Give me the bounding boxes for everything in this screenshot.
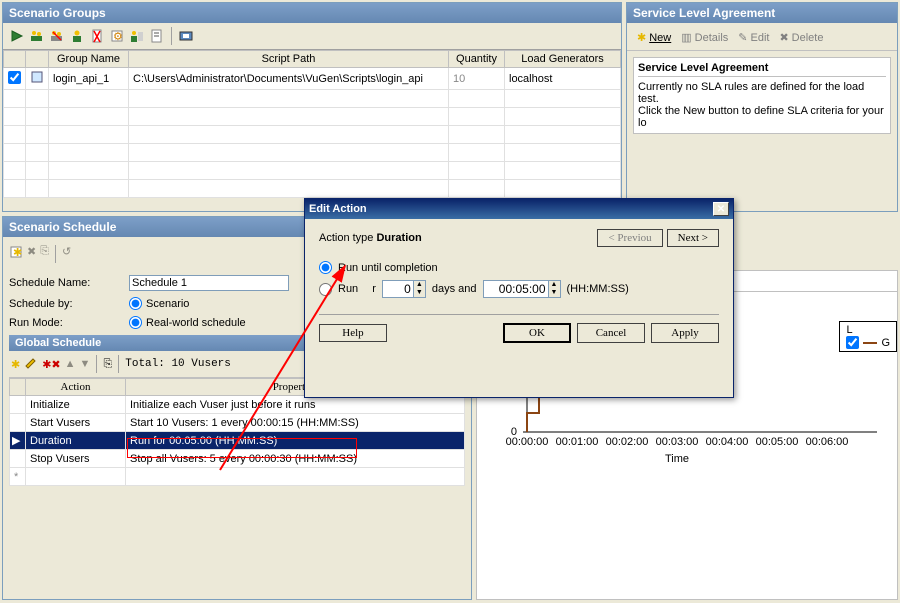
sla-info-box: Service Level Agreement Currently no SLA… [633,57,891,134]
groups-table: Group Name Script Path Quantity Load Gen… [3,50,621,198]
sla-new-button[interactable]: ✱ New [633,29,675,46]
action-type-value: Duration [376,232,421,244]
col-load-gen[interactable]: Load Generators [505,51,621,68]
star-icon: ✱ [637,31,646,44]
action-type-label: Action type [319,232,373,244]
next-button[interactable]: Next > [667,229,719,247]
col-action[interactable]: Action [26,379,126,396]
schedule-by-label: Schedule by: [9,298,129,310]
delete-icon[interactable] [89,28,105,44]
time-input[interactable] [484,282,548,296]
new-schedule-icon[interactable]: ✱ [9,245,23,263]
run-until-completion-radio[interactable] [319,261,332,274]
days-spinner[interactable]: ▲▼ [382,280,426,298]
sla-sub-header: Service Level Agreement [638,62,886,77]
script-icon[interactable] [149,28,165,44]
sla-title: Service Level Agreement [627,3,897,23]
time-down-icon[interactable]: ▼ [548,289,560,297]
apply-button[interactable]: Apply [651,323,719,343]
action-row-stop-vusers[interactable]: Stop Vusers Stop all Vusers: 5 every 00:… [10,450,465,468]
delete-action-icon[interactable]: ✱✖ [42,358,60,371]
days-input[interactable] [383,282,413,296]
run-for-radio[interactable] [319,283,332,296]
svg-text:Time: Time [665,453,689,465]
script-file-icon [30,70,44,84]
schedule-name-label: Schedule Name: [9,277,129,289]
groups-toolbar: ⚙ [3,23,621,50]
delete-icon: ✖ [779,31,788,44]
move-down-icon: ▼ [80,358,91,370]
pencil-icon: ✎ [738,31,747,44]
sla-delete-button: ✖ Delete [775,29,827,46]
dialog-separator [319,314,719,315]
days-down-icon[interactable]: ▼ [413,289,425,297]
quantity-cell[interactable]: 10 [449,68,505,90]
sla-toolbar: ✱ New ▥ Details ✎ Edit ✖ Delete [627,23,897,51]
delete-schedule-icon: ✖ [27,245,36,263]
dialog-titlebar[interactable]: Edit Action ✕ [305,199,733,219]
add-group-icon[interactable] [29,28,45,44]
ok-button[interactable]: OK [503,323,571,343]
previous-button: < Previou [597,229,662,247]
run-mode-real-world-radio[interactable]: Real-world schedule [129,316,246,329]
sla-panel: Service Level Agreement ✱ New ▥ Details … [626,2,898,212]
move-up-icon: ▲ [65,358,76,370]
sla-details-button: ▥ Details [677,29,732,46]
scenario-groups-title: Scenario Groups [3,3,621,23]
edit-action-icon[interactable] [24,356,38,373]
details-icon[interactable] [129,28,145,44]
copy-schedule-icon: ⎘ [40,245,49,263]
action-row-duration[interactable]: ▶ Duration Run for 00:05:00 (HH:MM:SS) [10,432,465,450]
svg-text:00:02:00: 00:02:00 [606,436,649,448]
cancel-button[interactable]: Cancel [577,323,645,343]
sla-edit-button: ✎ Edit [734,29,773,46]
sla-msg-2: Click the New button to define SLA crite… [638,105,886,129]
svg-text:00:04:00: 00:04:00 [706,436,749,448]
days-up-icon[interactable]: ▲ [413,281,425,289]
col-group-name[interactable]: Group Name [49,51,129,68]
edit-action-dialog: Edit Action ✕ Action type Duration < Pre… [304,198,734,398]
runtime-icon[interactable]: ⚙ [109,28,125,44]
add-action-icon[interactable]: ✱ [11,358,20,371]
action-row-start-vusers[interactable]: Start Vusers Start 10 Vusers: 1 every 00… [10,414,465,432]
schedule-name-input[interactable] [129,275,289,291]
group-name-cell[interactable]: login_api_1 [49,68,129,90]
svg-text:00:05:00: 00:05:00 [756,436,799,448]
run-icon[interactable] [9,28,25,44]
time-up-icon[interactable]: ▲ [548,281,560,289]
run-mode-label: Run Mode: [9,317,129,329]
svg-text:00:00:00: 00:00:00 [506,436,549,448]
help-button[interactable]: Help [319,324,387,342]
toolbar-separator [171,27,172,45]
svg-text:00:01:00: 00:01:00 [556,436,599,448]
col-script-path[interactable]: Script Path [129,51,449,68]
schedule-by-scenario-radio[interactable]: Scenario [129,297,189,310]
svg-text:✱: ✱ [13,247,22,259]
details-icon: ▥ [681,31,691,44]
svg-text:00:03:00: 00:03:00 [656,436,699,448]
script-path-cell[interactable]: C:\Users\Administrator\Documents\VuGen\S… [129,68,449,90]
lg-icon[interactable] [178,28,194,44]
scenario-groups-panel: Scenario Groups ⚙ Group Name Script Path… [2,2,622,212]
group-row[interactable]: login_api_1 C:\Users\Administrator\Docum… [4,68,621,90]
vusers-icon[interactable] [69,28,85,44]
col-quantity[interactable]: Quantity [449,51,505,68]
reset-schedule-icon: ↺ [62,245,71,263]
svg-text:00:06:00: 00:06:00 [806,436,849,448]
group-enabled-checkbox[interactable] [8,71,21,84]
dialog-title-text: Edit Action [309,203,367,215]
sla-msg-1: Currently no SLA rules are defined for t… [638,81,886,105]
svg-text:⚙: ⚙ [113,31,123,43]
remove-group-icon[interactable] [49,28,65,44]
dialog-close-button[interactable]: ✕ [713,202,729,216]
run-until-completion-label: Run until completion [338,262,438,274]
current-row-icon: ▶ [12,434,20,447]
copy-icon[interactable]: ⎘ [103,358,112,371]
loadgen-cell[interactable]: localhost [505,68,621,90]
total-vusers-label: Total: 10 Vusers [125,358,231,370]
action-row-initialize[interactable]: Initialize Initialize each Vuser just be… [10,396,465,414]
time-spinner[interactable]: ▲▼ [483,280,561,298]
